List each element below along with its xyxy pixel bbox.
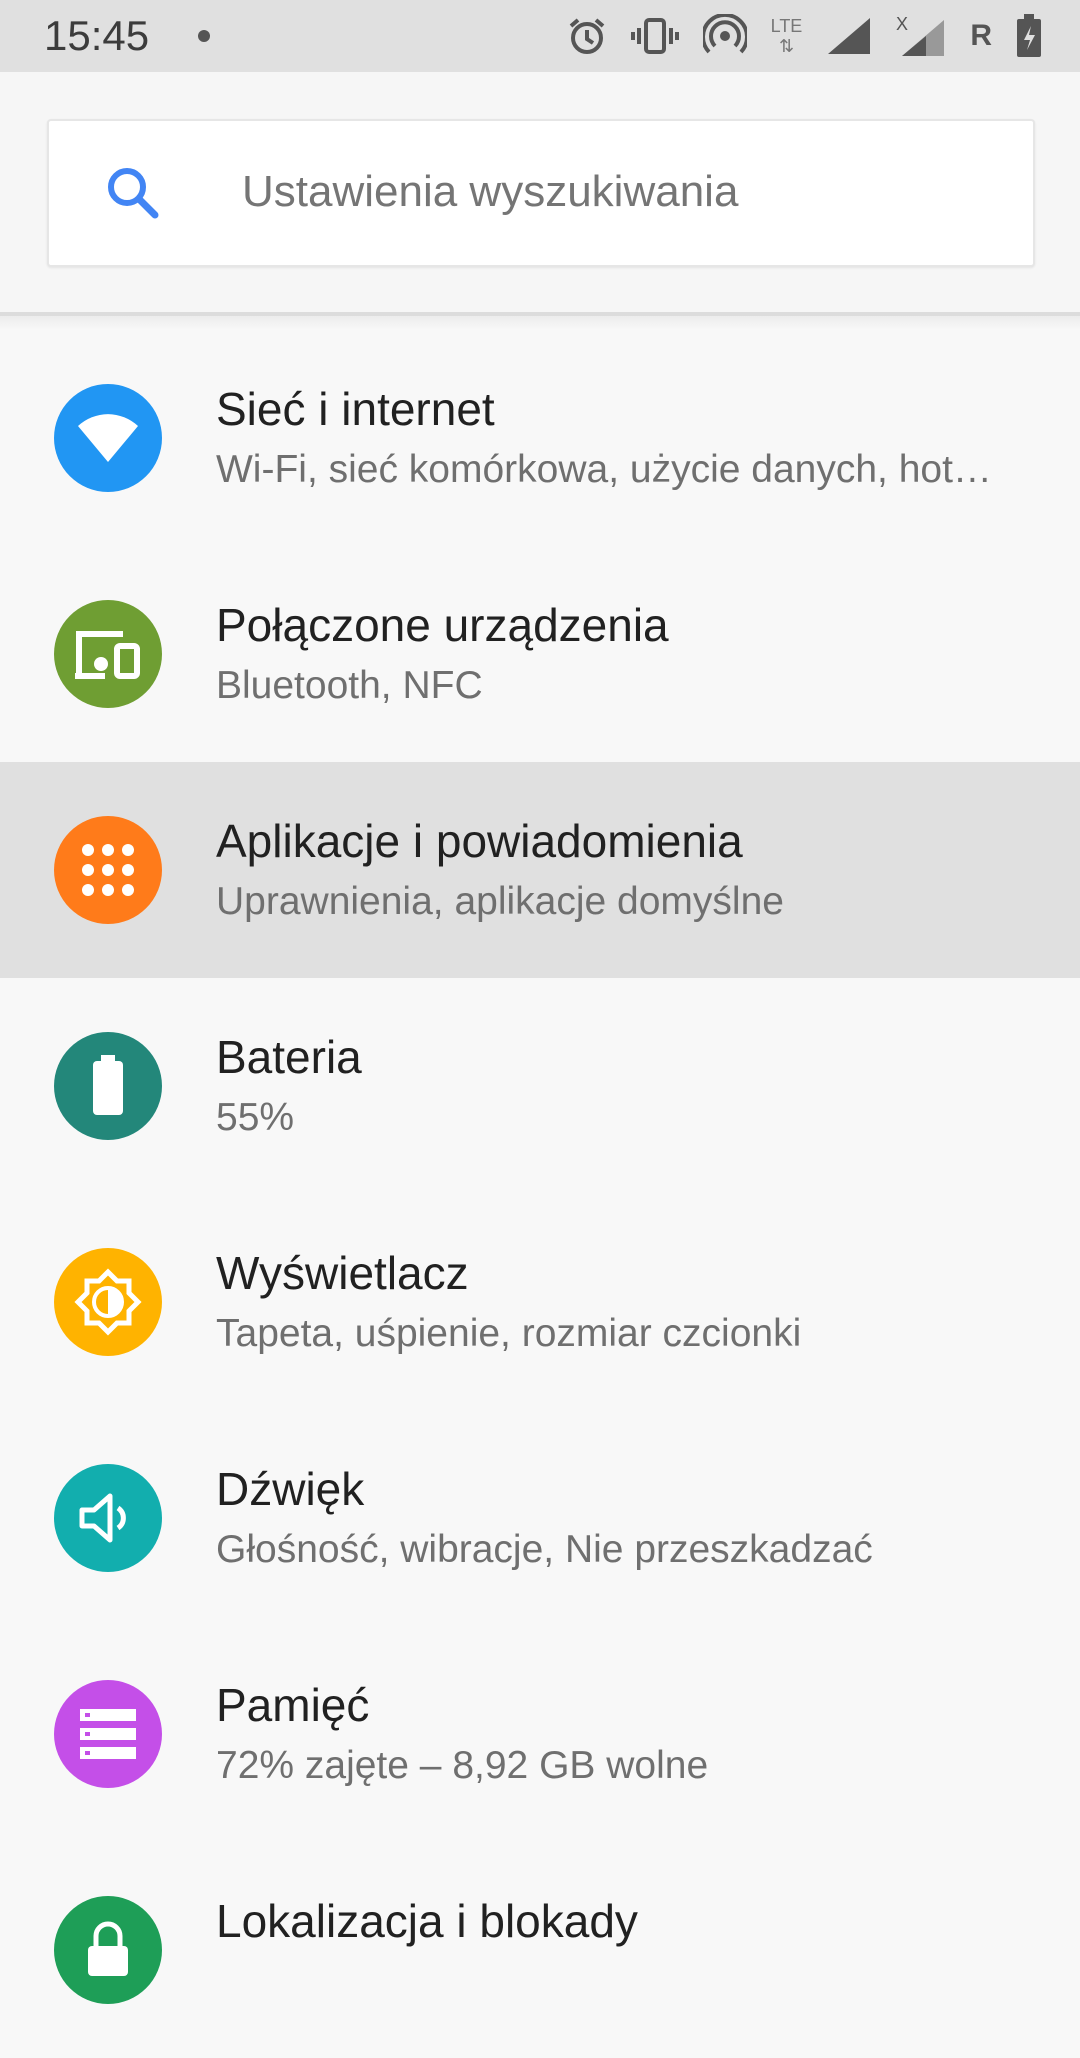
signal-icon xyxy=(826,16,872,56)
item-title: Bateria xyxy=(216,1031,362,1083)
battery-icon xyxy=(54,1032,162,1140)
divider-shadow xyxy=(0,316,1080,330)
status-bar: 15:45 LTE ⇅ X R xyxy=(0,0,1080,72)
search-area: Ustawienia wyszukiwania xyxy=(0,72,1080,312)
alarm-icon xyxy=(567,16,607,56)
settings-item-location-lock[interactable]: Lokalizacja i blokady xyxy=(0,1842,1080,2058)
item-summary: 72% zajęte – 8,92 GB wolne xyxy=(216,1744,709,1787)
battery-charging-icon xyxy=(1016,14,1042,58)
storage-icon xyxy=(54,1680,162,1788)
svg-text:X: X xyxy=(896,14,908,34)
signal-no-data-icon: X xyxy=(896,14,946,58)
status-icons: LTE ⇅ X R xyxy=(543,10,1042,62)
settings-item-storage[interactable]: Pamięć 72% zajęte – 8,92 GB wolne xyxy=(0,1626,1080,1842)
settings-item-connected-devices[interactable]: Połączone urządzenia Bluetooth, NFC xyxy=(0,546,1080,762)
devices-icon xyxy=(54,600,162,708)
hotspot-icon xyxy=(702,14,747,58)
item-title: Połączone urządzenia xyxy=(216,599,669,651)
search-icon xyxy=(101,161,165,225)
item-title: Dźwięk xyxy=(216,1463,365,1515)
lock-icon xyxy=(54,1896,162,2004)
volume-icon xyxy=(54,1464,162,1572)
roaming-label: R xyxy=(970,19,992,52)
settings-item-battery[interactable]: Bateria 55% xyxy=(0,978,1080,1194)
settings-item-display[interactable]: Wyświetlacz Tapeta, uśpienie, rozmiar cz… xyxy=(0,1194,1080,1410)
item-summary: Wi-Fi, sieć komórkowa, użycie danych, ho… xyxy=(216,448,992,491)
notification-dot-icon xyxy=(198,30,210,42)
item-title: Lokalizacja i blokady xyxy=(216,1895,638,1947)
item-title: Wyświetlacz xyxy=(216,1247,469,1299)
item-title: Pamięć xyxy=(216,1679,370,1731)
item-summary: Uprawnienia, aplikacje domyślne xyxy=(216,880,784,923)
data-arrows-icon: ⇅ xyxy=(778,36,795,56)
item-summary: Bluetooth, NFC xyxy=(216,664,483,707)
item-title: Aplikacje i powiadomienia xyxy=(216,815,743,867)
settings-item-network[interactable]: Sieć i internet Wi-Fi, sieć komórkowa, u… xyxy=(0,330,1080,546)
status-time: 15:45 xyxy=(44,12,150,59)
wifi-icon xyxy=(54,384,162,492)
lte-data-icon: LTE ⇅ xyxy=(771,16,803,56)
settings-item-apps-notifications[interactable]: Aplikacje i powiadomienia Uprawnienia, a… xyxy=(0,762,1080,978)
brightness-icon xyxy=(54,1248,162,1356)
apps-icon xyxy=(54,816,162,924)
lte-label: LTE xyxy=(770,16,803,36)
item-title: Sieć i internet xyxy=(216,383,495,435)
settings-list: Sieć i internet Wi-Fi, sieć komórkowa, u… xyxy=(0,330,1080,2058)
item-summary: Tapeta, uśpienie, rozmiar czcionki xyxy=(216,1312,802,1355)
settings-item-sound[interactable]: Dźwięk Głośność, wibracje, Nie przeszkad… xyxy=(0,1410,1080,1626)
search-placeholder: Ustawienia wyszukiwania xyxy=(242,167,739,216)
item-summary: Głośność, wibracje, Nie przeszkadzać xyxy=(216,1528,873,1571)
item-summary: 55% xyxy=(216,1096,295,1139)
vibrate-icon xyxy=(630,16,679,56)
search-bar[interactable]: Ustawienia wyszukiwania xyxy=(47,119,1035,267)
